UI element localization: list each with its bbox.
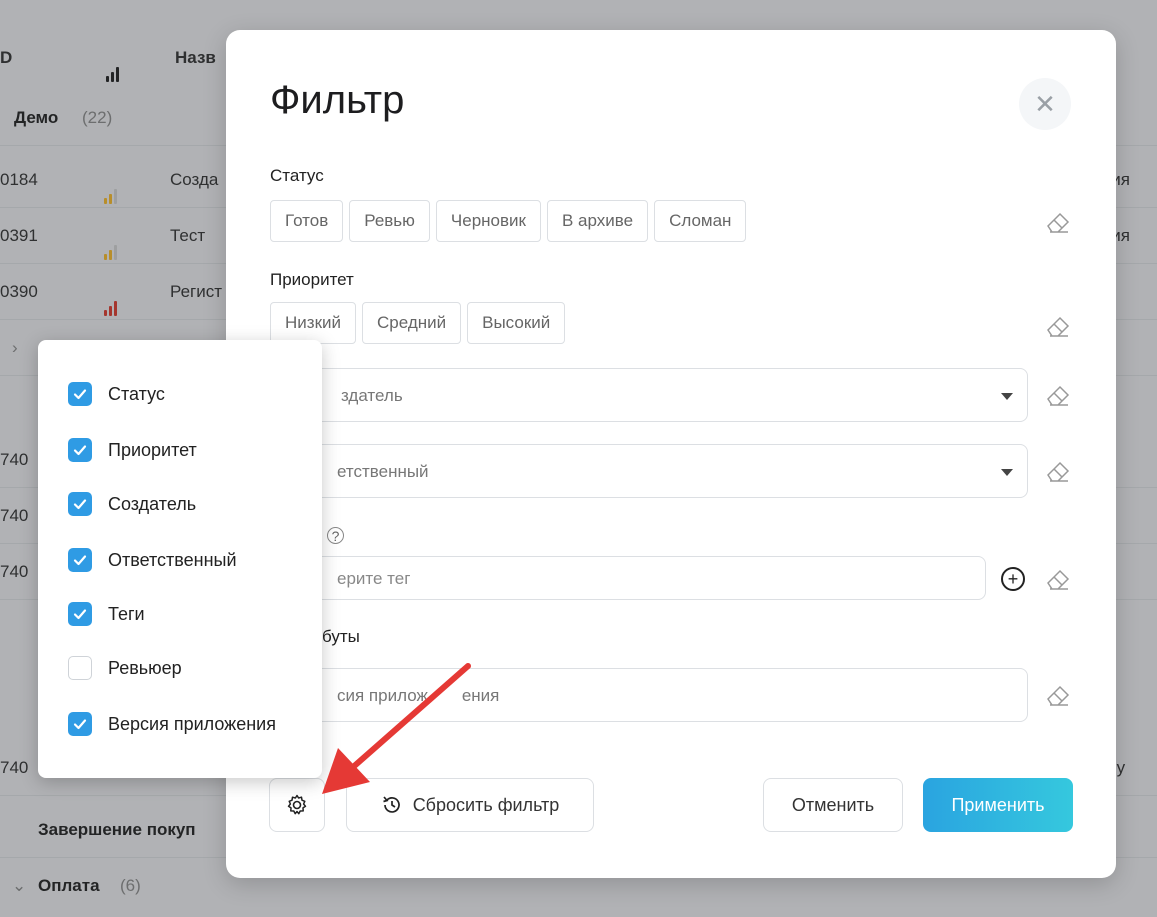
eraser-icon[interactable] [1044, 565, 1072, 593]
apply-button[interactable]: Применить [923, 778, 1073, 832]
checkbox-checked-icon[interactable] [68, 548, 92, 572]
eraser-icon[interactable] [1044, 381, 1072, 409]
assignee-placeholder: етственный [337, 462, 429, 481]
checkbox-checked-icon[interactable] [68, 382, 92, 406]
status-chips: Готов Ревью Черновик В архиве Сломан [270, 200, 747, 242]
tags-placeholder: ерите тег [337, 569, 411, 588]
tags-input[interactable]: ерите тег [270, 556, 986, 600]
status-chip[interactable]: Ревью [349, 200, 430, 242]
checkbox-checked-icon[interactable] [68, 712, 92, 736]
checkbox-checked-icon[interactable] [68, 602, 92, 626]
popup-item-reviewer[interactable]: Ревьюер [68, 656, 182, 680]
settings-button[interactable] [269, 778, 325, 832]
status-chip[interactable]: В архиве [546, 200, 649, 242]
caret-down-icon [1001, 393, 1013, 400]
creator-select[interactable]: здатель [270, 368, 1028, 422]
cancel-button[interactable]: Отменить [763, 778, 903, 832]
eraser-icon[interactable] [1044, 208, 1072, 236]
popup-item-status[interactable]: Статус [68, 382, 165, 406]
checkbox-checked-icon[interactable] [68, 438, 92, 462]
close-button[interactable]: ✕ [1019, 78, 1071, 130]
priority-chip[interactable]: Средний [362, 302, 462, 344]
modal-title: Фильтр [270, 78, 405, 122]
popup-item-creator[interactable]: Создатель [68, 492, 196, 516]
popup-item-priority[interactable]: Приоритет [68, 438, 197, 462]
creator-placeholder: здатель [341, 386, 403, 405]
history-icon [382, 796, 400, 813]
assignee-select[interactable]: етственный [270, 444, 1028, 498]
reset-filter-label: Сбросить фильтр [412, 794, 560, 815]
status-label: Статус [270, 166, 324, 185]
add-tag-icon[interactable]: + [1001, 567, 1025, 591]
eraser-icon[interactable] [1044, 312, 1072, 340]
reset-filter-button[interactable]: Сбросить фильтр [346, 778, 594, 832]
status-chip[interactable]: Сломан [654, 200, 747, 242]
app-version-input[interactable]: сия прилож ения [270, 668, 1028, 722]
checkbox-checked-icon[interactable] [68, 492, 92, 516]
filter-fields-popup: Статус Приоритет Создатель Ответственный… [38, 340, 322, 778]
popup-item-tags[interactable]: Теги [68, 602, 145, 626]
attributes-label: буты [322, 627, 360, 646]
help-icon[interactable]: ? [327, 527, 344, 544]
filter-modal: Фильтр ✕ Статус Готов Ревью Черновик В а… [226, 30, 1116, 878]
checkbox-unchecked-icon[interactable] [68, 656, 92, 680]
priority-chip[interactable]: Высокий [467, 302, 566, 344]
eraser-icon[interactable] [1044, 681, 1072, 709]
close-icon: ✕ [1034, 88, 1056, 119]
status-chip[interactable]: Готов [270, 200, 344, 242]
gear-icon [287, 794, 307, 815]
eraser-icon[interactable] [1044, 457, 1072, 485]
popup-item-assignee[interactable]: Ответственный [68, 548, 237, 572]
priority-label: Приоритет [270, 270, 354, 289]
priority-chips: Низкий Средний Высокий [270, 302, 566, 344]
popup-item-app-version[interactable]: Версия приложения [68, 712, 276, 736]
priority-chip[interactable]: Низкий [270, 302, 356, 344]
caret-down-icon [1001, 469, 1013, 476]
status-chip[interactable]: Черновик [435, 200, 541, 242]
app-version-placeholder: сия прилож ения [337, 686, 500, 705]
